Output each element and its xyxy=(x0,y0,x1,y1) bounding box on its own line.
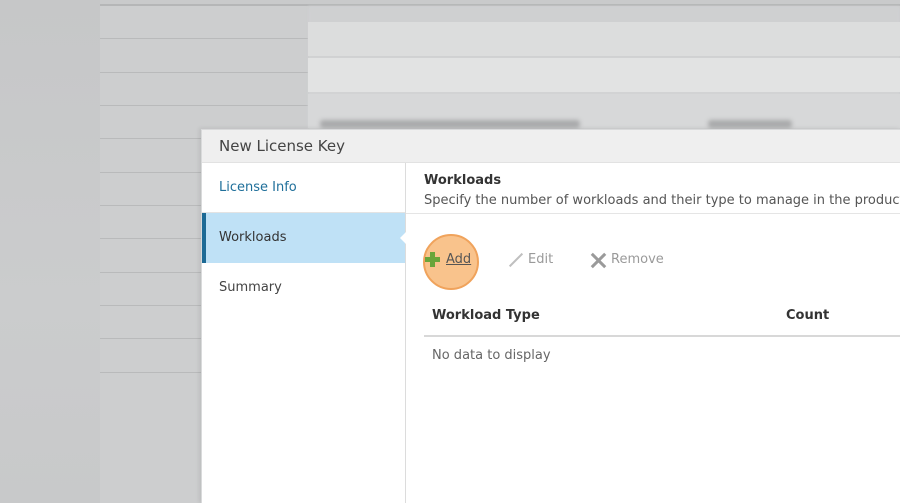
section-description: Specify the number of workloads and thei… xyxy=(424,193,900,208)
section-header: Workloads Specify the number of workload… xyxy=(406,163,900,214)
dialog-header: New License Key xyxy=(202,130,900,163)
new-license-key-dialog: New License Key License Info Workloads S… xyxy=(201,129,900,503)
grid-toolbar: Add Edit Remove xyxy=(406,248,900,272)
empty-grid-message: No data to display xyxy=(432,348,551,363)
nav-item-label: Workloads xyxy=(219,230,287,245)
background-band xyxy=(308,22,900,56)
wizard-nav: License Info Workloads Summary xyxy=(202,163,406,503)
background-blurred-text xyxy=(320,120,580,128)
close-icon xyxy=(589,251,607,269)
remove-button[interactable]: Remove xyxy=(589,248,664,272)
nav-item-label: License Info xyxy=(219,180,297,195)
workloads-grid-header: Workload Type Count xyxy=(424,295,900,337)
edit-button[interactable]: Edit xyxy=(506,248,553,272)
workloads-panel: Workloads Specify the number of workload… xyxy=(406,163,900,503)
background-blurred-text xyxy=(708,120,792,128)
remove-button-label: Remove xyxy=(611,252,664,267)
plus-icon xyxy=(424,251,442,269)
section-title: Workloads xyxy=(424,173,502,188)
pencil-icon xyxy=(506,251,524,269)
add-button-label: Add xyxy=(446,252,472,267)
edit-button-label: Edit xyxy=(528,252,554,267)
background-list-divider xyxy=(100,38,308,39)
background-list-divider xyxy=(100,105,308,106)
dialog-title: New License Key xyxy=(219,137,345,155)
nav-item-summary[interactable]: Summary xyxy=(202,263,405,313)
add-button[interactable]: Add xyxy=(424,248,471,272)
screen: New License Key License Info Workloads S… xyxy=(0,0,900,503)
nav-item-label: Summary xyxy=(219,280,282,295)
background-left-panel xyxy=(0,0,100,503)
nav-item-workloads[interactable]: Workloads xyxy=(202,213,405,263)
column-header-count[interactable]: Count xyxy=(786,308,829,323)
background-list-divider xyxy=(100,72,308,73)
column-header-workload-type[interactable]: Workload Type xyxy=(432,308,540,323)
background-band xyxy=(308,58,900,92)
nav-item-license-info[interactable]: License Info xyxy=(202,163,405,213)
